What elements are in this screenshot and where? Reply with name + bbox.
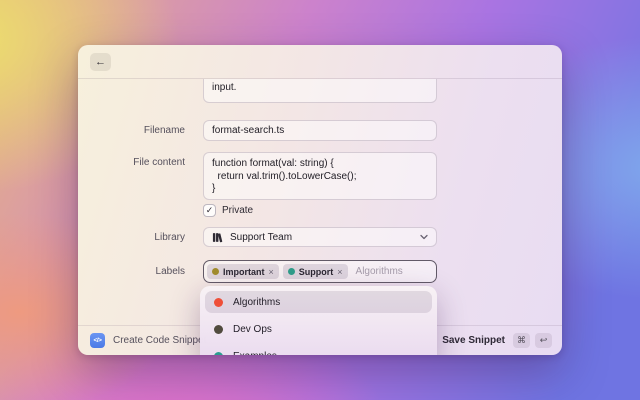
- back-button[interactable]: ←: [90, 53, 111, 71]
- filename-label: Filename: [143, 125, 185, 136]
- remove-tag-icon[interactable]: ×: [269, 267, 274, 277]
- filename-input[interactable]: format-search.ts: [203, 120, 437, 141]
- remove-tag-icon[interactable]: ×: [337, 267, 342, 277]
- labels-dropdown: Algorithms Dev Ops Examples: [200, 286, 437, 355]
- label-color-dot: [214, 297, 223, 307]
- file-content-label: File content: [133, 157, 185, 168]
- private-label[interactable]: Private: [222, 205, 253, 216]
- code-line: }: [212, 183, 216, 194]
- back-arrow-icon: ←: [95, 56, 106, 68]
- save-snippet-button[interactable]: Save Snippet ⌘ ↩: [442, 333, 552, 348]
- label-color-dot: [214, 324, 223, 334]
- label-color-dot: [214, 351, 223, 355]
- library-label: Library: [154, 232, 185, 243]
- private-checkbox[interactable]: ✓: [203, 204, 216, 217]
- command-key-icon: ⌘: [513, 333, 530, 348]
- create-snippet-window: ← input. Filename format-search.ts File …: [78, 45, 562, 355]
- window-header: ←: [78, 45, 562, 78]
- checkmark-icon: ✓: [205, 205, 214, 215]
- library-select[interactable]: Support Team: [203, 227, 437, 247]
- library-icon: [212, 232, 223, 242]
- filename-value: format-search.ts: [212, 125, 285, 136]
- code-snippet-icon: </>: [90, 333, 105, 348]
- tag-name: Important: [223, 266, 265, 277]
- tag-color-dot: [212, 268, 219, 275]
- tag-important[interactable]: Important ×: [207, 264, 279, 279]
- chevron-down-icon: [420, 234, 428, 240]
- dropdown-item-examples[interactable]: Examples: [205, 345, 432, 355]
- return-key-icon: ↩: [535, 333, 552, 348]
- command-title: Create Code Snippet: [113, 335, 207, 346]
- file-content-textarea[interactable]: function format(val: string) { return va…: [203, 152, 437, 200]
- tag-name: Support: [298, 266, 334, 277]
- code-line: return val.trim().toLowerCase();: [212, 170, 357, 182]
- dropdown-item-label: Algorithms: [233, 296, 281, 308]
- code-line: function format(val: string) {: [212, 158, 334, 169]
- labels-input[interactable]: Important × Support × Algorithms: [203, 260, 437, 283]
- scrolled-text: input.: [212, 82, 237, 93]
- labels-placeholder: Algorithms: [355, 266, 403, 277]
- labels-label: Labels: [155, 266, 185, 277]
- tag-color-dot: [287, 268, 295, 275]
- dropdown-item-dev-ops[interactable]: Dev Ops: [205, 318, 432, 340]
- dropdown-item-label: Examples: [233, 351, 277, 356]
- save-snippet-label: Save Snippet: [442, 335, 505, 346]
- scrolled-textarea[interactable]: input.: [203, 79, 437, 103]
- library-value: Support Team: [230, 231, 293, 243]
- dropdown-item-label: Dev Ops: [233, 323, 272, 335]
- scrolled-field-clip: input.: [203, 79, 437, 103]
- code-glyph: </>: [93, 337, 102, 344]
- tag-support[interactable]: Support ×: [282, 264, 348, 279]
- dropdown-item-algorithms[interactable]: Algorithms: [205, 291, 432, 313]
